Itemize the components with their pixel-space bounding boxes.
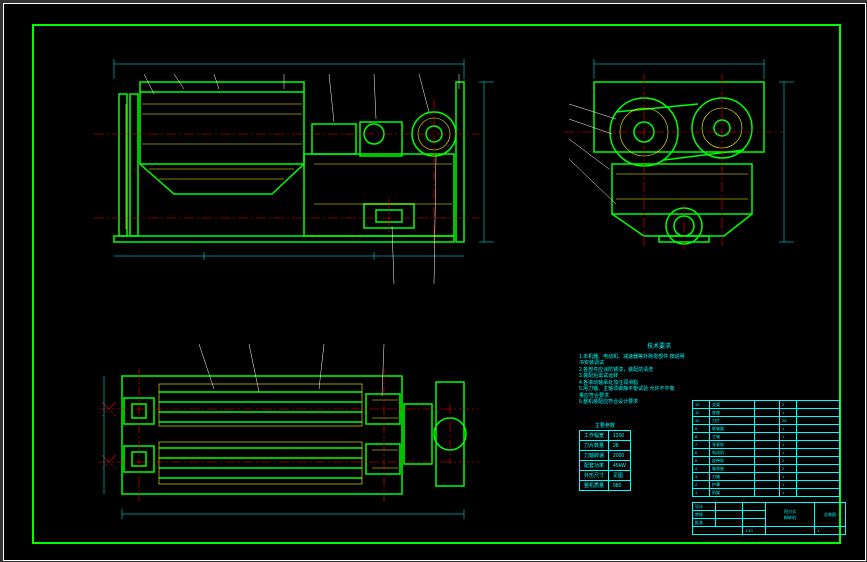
- tb-checked-label: 审核: [693, 511, 716, 519]
- tb-sheet: 1: [815, 527, 846, 535]
- tb-dwgno: 总装图: [815, 503, 846, 527]
- table-row: 12支架2: [693, 401, 840, 409]
- table-row: 3刀轴1: [693, 473, 840, 481]
- table-row: 11底座1: [693, 409, 840, 417]
- parts-list: 12支架2 11底座1 10刀片28 9联轴器1 8主轴1 7张紧轮1 6电动机…: [692, 400, 840, 497]
- tb-title: 甩刀式粉碎机: [766, 503, 815, 527]
- title-block: 设计 甩刀式粉碎机 总装图 审核 批准 1:10 1: [692, 502, 846, 535]
- table-row: 刀片数量28: [580, 441, 631, 451]
- tb-approved-label: 批准: [693, 519, 716, 527]
- table-row: 工作幅宽1200: [580, 431, 631, 441]
- table-row: 整机质量980: [580, 481, 631, 491]
- spec-table: 主要参数 工作幅宽1200 刀片数量28 刀轴转速2000 配套功率45kW 外…: [579, 422, 631, 491]
- cad-canvas: 技术要求 1.本机器、电动机、减速器等外购零部件 按说明 书安装调试 2.各部件…: [3, 3, 866, 561]
- table-row: 7张紧轮1: [693, 441, 840, 449]
- table-row: 6电动机1: [693, 449, 840, 457]
- spec-table-title: 主要参数: [579, 422, 631, 429]
- table-row: 外形尺寸见图: [580, 471, 631, 481]
- table-row: 配套功率45kW: [580, 461, 631, 471]
- tb-drawn-label: 设计: [693, 503, 716, 511]
- table-row: 4轴承座2: [693, 465, 840, 473]
- notes-title: 技术要求: [579, 344, 739, 352]
- table-row: 10刀片28: [693, 417, 840, 425]
- table-row: 1机架1: [693, 489, 840, 497]
- table-row: 2护罩1: [693, 481, 840, 489]
- table-row: 9联轴器1: [693, 425, 840, 433]
- table-row: 5皮带轮2: [693, 457, 840, 465]
- table-row: 刀轴转速2000: [580, 451, 631, 461]
- technical-notes: 技术要求 1.本机器、电动机、减速器等外购零部件 按说明 书安装调试 2.各部件…: [579, 344, 739, 406]
- table-row: 8主轴1: [693, 433, 840, 441]
- tb-scale: 1:10: [743, 527, 766, 535]
